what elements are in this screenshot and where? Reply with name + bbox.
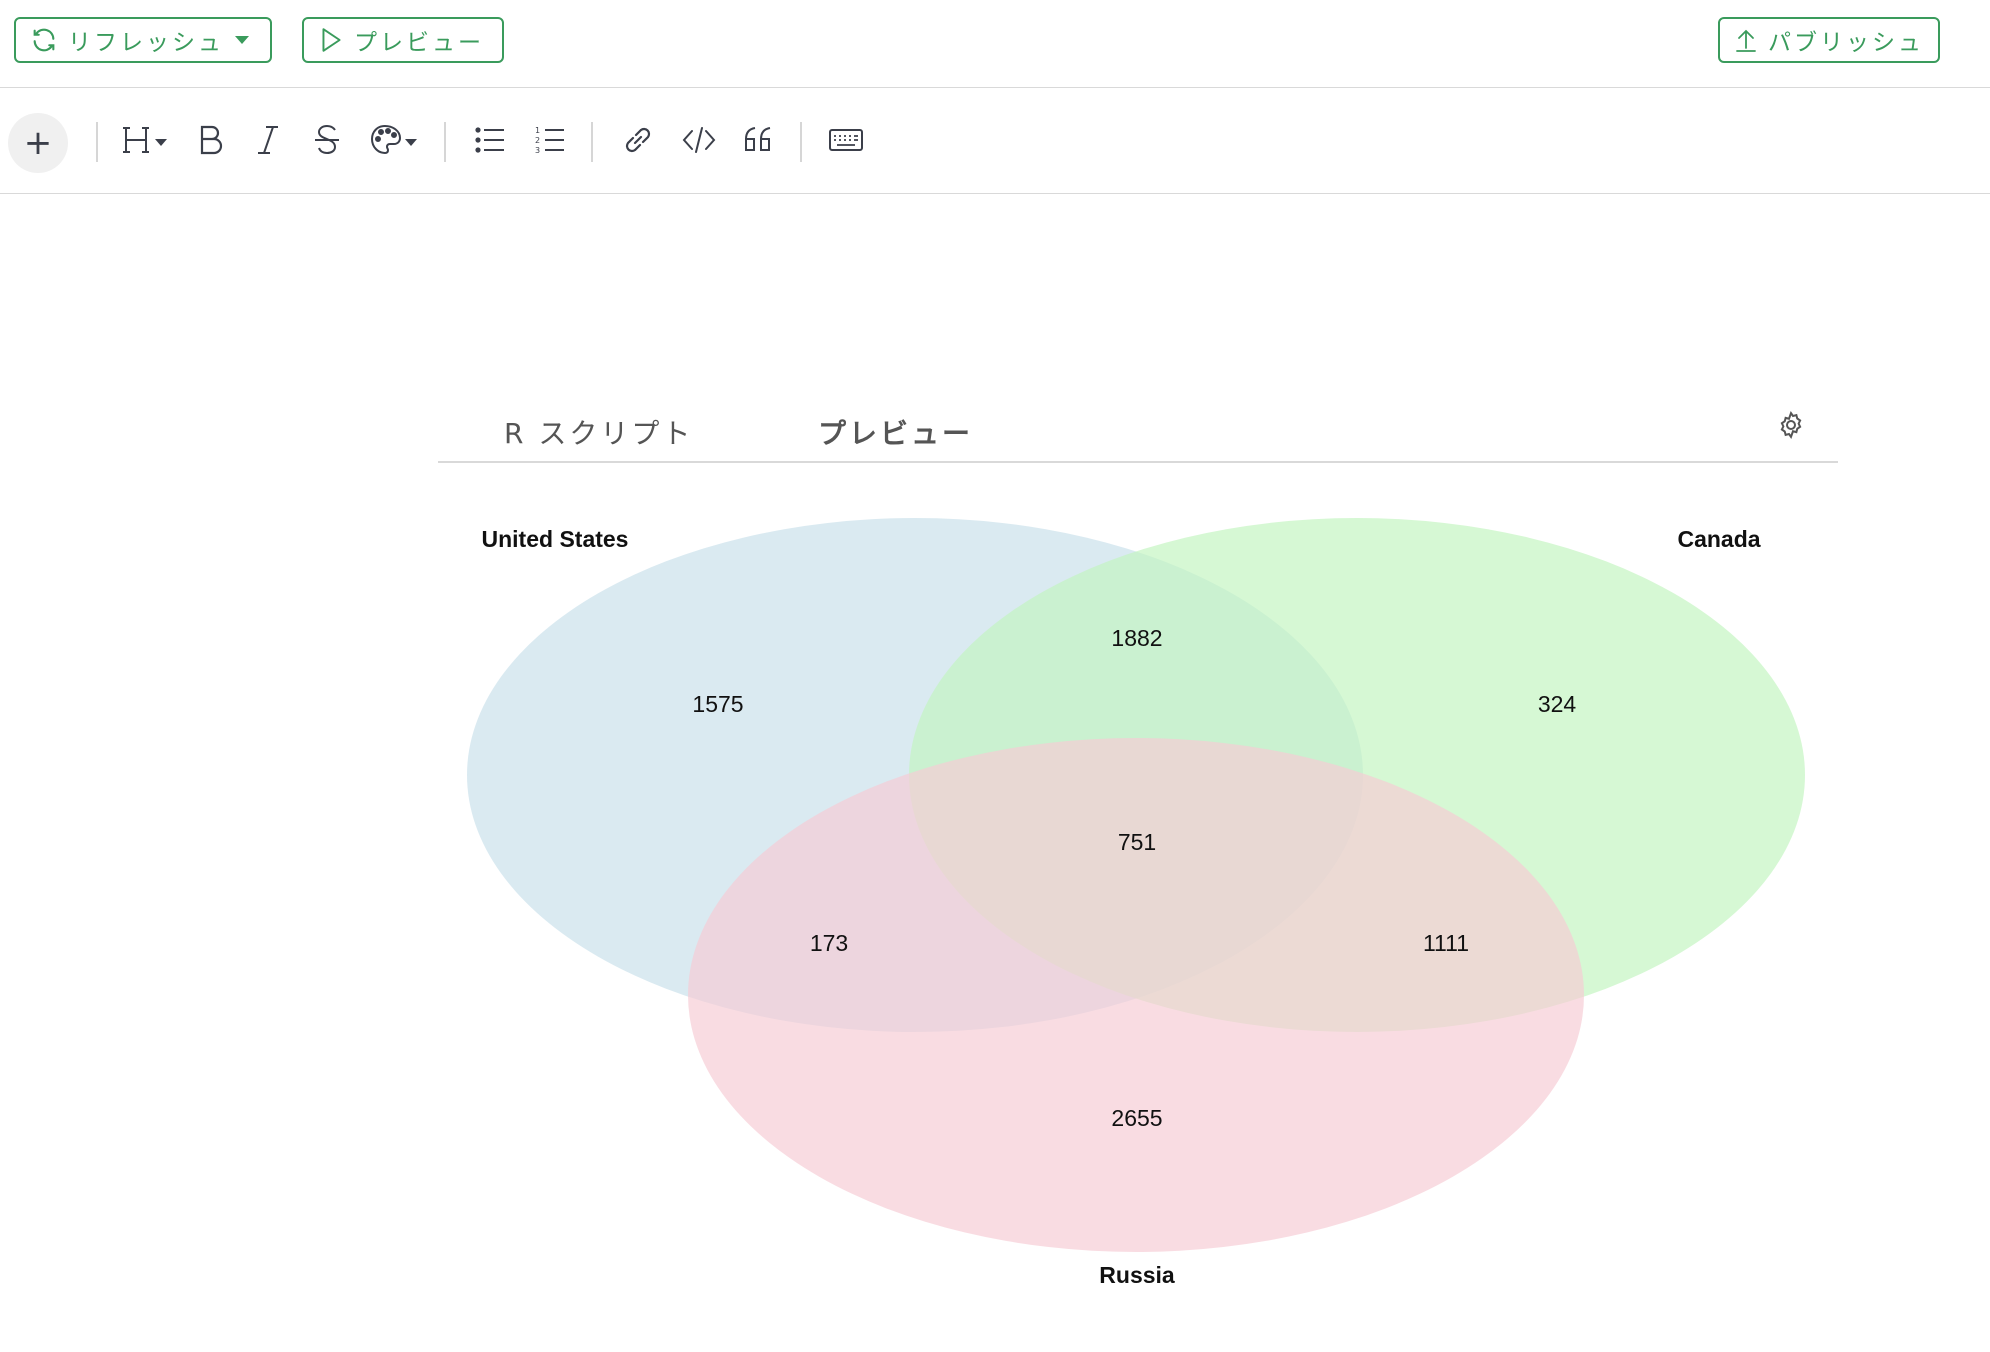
venn-label-russia: Russia [1099, 1262, 1175, 1288]
venn-count-russia-only: 2655 [1111, 1105, 1162, 1131]
venn-count-united-states-and-russia: 173 [810, 930, 848, 956]
venn-set-russia [688, 738, 1584, 1252]
venn-label-canada: Canada [1677, 526, 1760, 552]
venn-count-canada-only: 324 [1538, 691, 1577, 717]
venn-label-united-states: United States [482, 526, 629, 552]
venn-count-canada-and-russia: 1111 [1423, 930, 1469, 956]
venn-count-united-states-only: 1575 [692, 691, 743, 717]
venn-diagram: 1575 324 2655 1882 173 1111 751 United States C… [467, 518, 1805, 1288]
venn-count-united-states-and-canada: 1882 [1111, 625, 1162, 651]
venn-count-united-states-and-canada-and-russia: 751 [1118, 829, 1156, 855]
